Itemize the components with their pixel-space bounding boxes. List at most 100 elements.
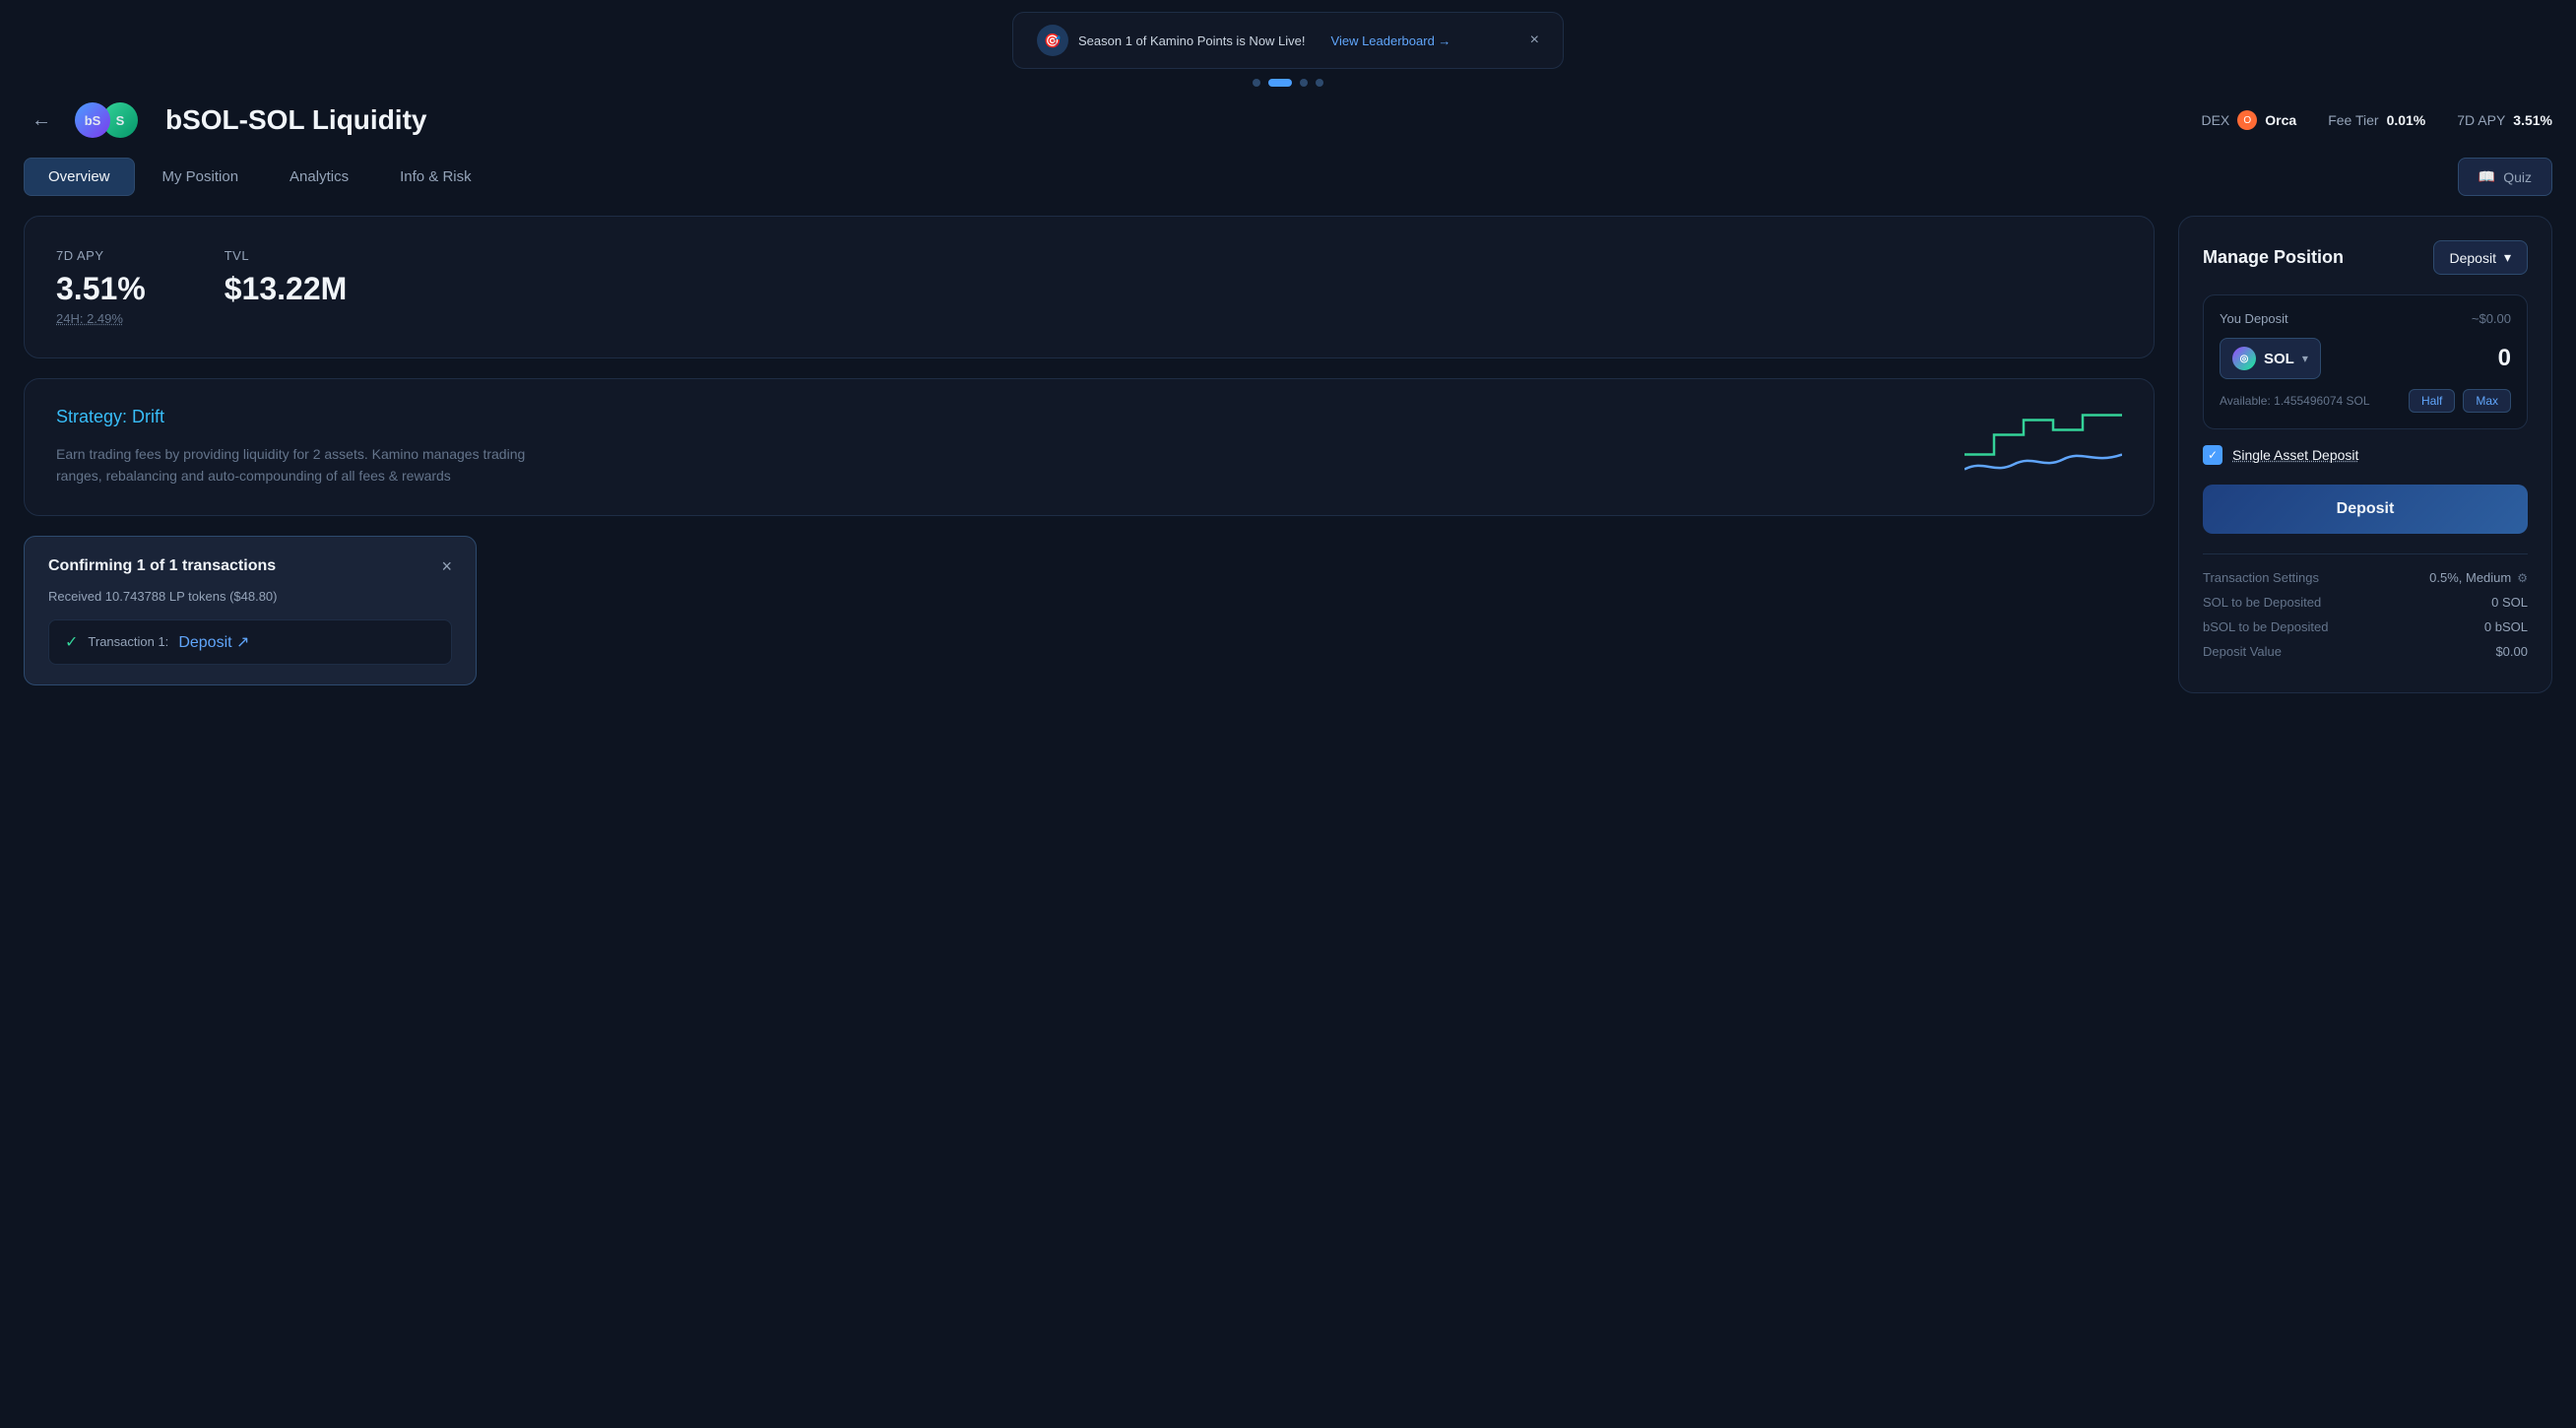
dot-1[interactable] (1253, 79, 1260, 87)
pool-title: bSOL-SOL Liquidity (165, 104, 426, 136)
strategy-title: Strategy: Drift (56, 407, 2122, 427)
header-left: ← bS S bSOL-SOL Liquidity (24, 102, 426, 138)
max-button[interactable]: Max (2463, 389, 2511, 413)
tvl-stat-label: TVL (225, 248, 348, 263)
confirm-subtitle: Received 10.743788 LP tokens ($48.80) (48, 589, 452, 604)
tab-analytics[interactable]: Analytics (266, 159, 372, 195)
sol-deposited-row: SOL to be Deposited 0 SOL (2203, 595, 2528, 610)
apy-stat-label: 7D APY (56, 248, 146, 263)
tx-settings-section: Transaction Settings 0.5%, Medium ⚙ SOL … (2203, 553, 2528, 659)
banner-close-button[interactable]: × (1530, 32, 1539, 49)
gear-icon[interactable]: ⚙ (2517, 571, 2528, 585)
tx-link[interactable]: Deposit ↗ (178, 632, 249, 652)
tx-arrow-icon: ↗ (236, 634, 249, 651)
dex-label: DEX (2201, 112, 2229, 128)
confirm-title: Confirming 1 of 1 transactions (48, 557, 276, 575)
deposit-value-label: Deposit Value (2203, 644, 2282, 659)
amount-input[interactable] (2393, 345, 2511, 372)
strategy-highlight: Drift (132, 407, 164, 426)
banner-content: 🎯 Season 1 of Kamino Points is Now Live!… (1037, 25, 1450, 56)
strategy-card: Strategy: Drift Earn trading fees by pro… (24, 378, 2155, 516)
quick-buttons: Half Max (2409, 389, 2511, 413)
tx-settings-value: 0.5%, Medium ⚙ (2429, 570, 2528, 585)
orca-icon: O (2237, 110, 2257, 130)
token-chevron-icon: ▾ (2302, 352, 2308, 365)
sol-token-icon: ◎ (2232, 347, 2256, 370)
bsol-deposited-row: bSOL to be Deposited 0 bSOL (2203, 619, 2528, 634)
confirm-modal: Confirming 1 of 1 transactions × Receive… (24, 536, 477, 685)
deposit-button[interactable]: Deposit (2203, 485, 2528, 534)
tab-my-position[interactable]: My Position (139, 159, 263, 195)
fee-tier-value: 0.01% (2387, 112, 2426, 128)
carousel-dots (0, 79, 2576, 87)
manage-position-card: Manage Position Deposit ▾ You Deposit ~$… (2178, 216, 2552, 693)
manage-header: Manage Position Deposit ▾ (2203, 240, 2528, 275)
nav-tabs: Overview My Position Analytics Info & Ri… (0, 158, 2576, 216)
checkbox-check-icon: ✓ (2208, 448, 2218, 462)
deposit-dropdown[interactable]: Deposit ▾ (2433, 240, 2529, 275)
dex-name: Orca (2265, 112, 2296, 128)
token-input-row: ◎ SOL ▾ (2220, 338, 2511, 379)
apy-label: 7D APY (2457, 112, 2505, 128)
tvl-stat: TVL $13.22M (225, 248, 348, 326)
tab-info-risk[interactable]: Info & Risk (376, 159, 495, 195)
fee-tier-label: Fee Tier (2328, 112, 2378, 128)
deposit-value-row: Deposit Value $0.00 (2203, 644, 2528, 659)
fee-tier-info: Fee Tier 0.01% (2328, 112, 2425, 128)
stats-row: 7D APY 3.51% 24H: 2.49% TVL $13.22M (56, 248, 2122, 326)
dot-3[interactable] (1300, 79, 1308, 87)
tx-link-text: Deposit (178, 634, 231, 651)
token-name: SOL (2264, 351, 2294, 367)
banner-link[interactable]: View Leaderboard → (1331, 33, 1451, 48)
strategy-prefix: Strategy: (56, 407, 132, 426)
quiz-icon: 📖 (2479, 168, 2495, 185)
confirm-header: Confirming 1 of 1 transactions × (48, 556, 452, 577)
available-text: Available: 1.455496074 SOL (2220, 394, 2370, 408)
sol-deposited-label: SOL to be Deposited (2203, 595, 2321, 610)
strategy-description: Earn trading fees by providing liquidity… (56, 443, 548, 487)
dot-4[interactable] (1316, 79, 1323, 87)
deposit-label: You Deposit (2220, 311, 2288, 326)
deposit-dropdown-label: Deposit (2450, 250, 2496, 266)
tab-overview[interactable]: Overview (24, 158, 135, 196)
confirm-tx-row: ✓ Transaction 1: Deposit ↗ (48, 619, 452, 665)
apy-stat-value: 3.51% (56, 271, 146, 307)
quiz-button[interactable]: 📖 Quiz (2458, 158, 2552, 196)
half-button[interactable]: Half (2409, 389, 2455, 413)
bsol-deposited-label: bSOL to be Deposited (2203, 619, 2328, 634)
available-row: Available: 1.455496074 SOL Half Max (2220, 389, 2511, 413)
banner-text: Season 1 of Kamino Points is Now Live! (1078, 33, 1306, 48)
header-right: DEX O Orca Fee Tier 0.01% 7D APY 3.51% (2201, 110, 2552, 130)
sol-deposited-value: 0 SOL (2491, 595, 2528, 610)
announcement-banner: 🎯 Season 1 of Kamino Points is Now Live!… (1012, 12, 1564, 69)
tx-label: Transaction 1: (88, 634, 168, 649)
page-header: ← bS S bSOL-SOL Liquidity DEX O Orca Fee… (0, 102, 2576, 158)
single-asset-label: Single Asset Deposit (2232, 447, 2358, 463)
bsol-deposited-value: 0 bSOL (2484, 619, 2528, 634)
banner-icon: 🎯 (1037, 25, 1068, 56)
chart-decoration (1964, 395, 2122, 498)
tx-settings-text: 0.5%, Medium (2429, 570, 2511, 585)
tvl-stat-value: $13.22M (225, 271, 348, 307)
main-layout: 7D APY 3.51% 24H: 2.49% TVL $13.22M Stra… (0, 216, 2576, 693)
confirm-close-button[interactable]: × (441, 556, 452, 577)
tx-settings-row: Transaction Settings 0.5%, Medium ⚙ (2203, 570, 2528, 585)
deposit-value: $0.00 (2495, 644, 2528, 659)
pool-icons: bS S (75, 102, 138, 138)
dot-2[interactable] (1268, 79, 1292, 87)
token-selector[interactable]: ◎ SOL ▾ (2220, 338, 2321, 379)
tx-settings-label: Transaction Settings (2203, 570, 2319, 585)
back-button[interactable]: ← (24, 102, 59, 138)
tx-check-icon: ✓ (65, 632, 78, 652)
dex-info: DEX O Orca (2201, 110, 2296, 130)
manage-title: Manage Position (2203, 247, 2344, 268)
bsol-icon: bS (75, 102, 110, 138)
apy-info: 7D APY 3.51% (2457, 112, 2552, 128)
dropdown-arrow-icon: ▾ (2504, 249, 2511, 266)
right-panel: Manage Position Deposit ▾ You Deposit ~$… (2178, 216, 2552, 693)
single-asset-checkbox[interactable]: ✓ (2203, 445, 2222, 465)
apy-value: 3.51% (2513, 112, 2552, 128)
left-panel: 7D APY 3.51% 24H: 2.49% TVL $13.22M Stra… (24, 216, 2155, 693)
single-asset-row: ✓ Single Asset Deposit (2203, 445, 2528, 465)
deposit-input-area: You Deposit ~$0.00 ◎ SOL ▾ Available: 1.… (2203, 294, 2528, 429)
